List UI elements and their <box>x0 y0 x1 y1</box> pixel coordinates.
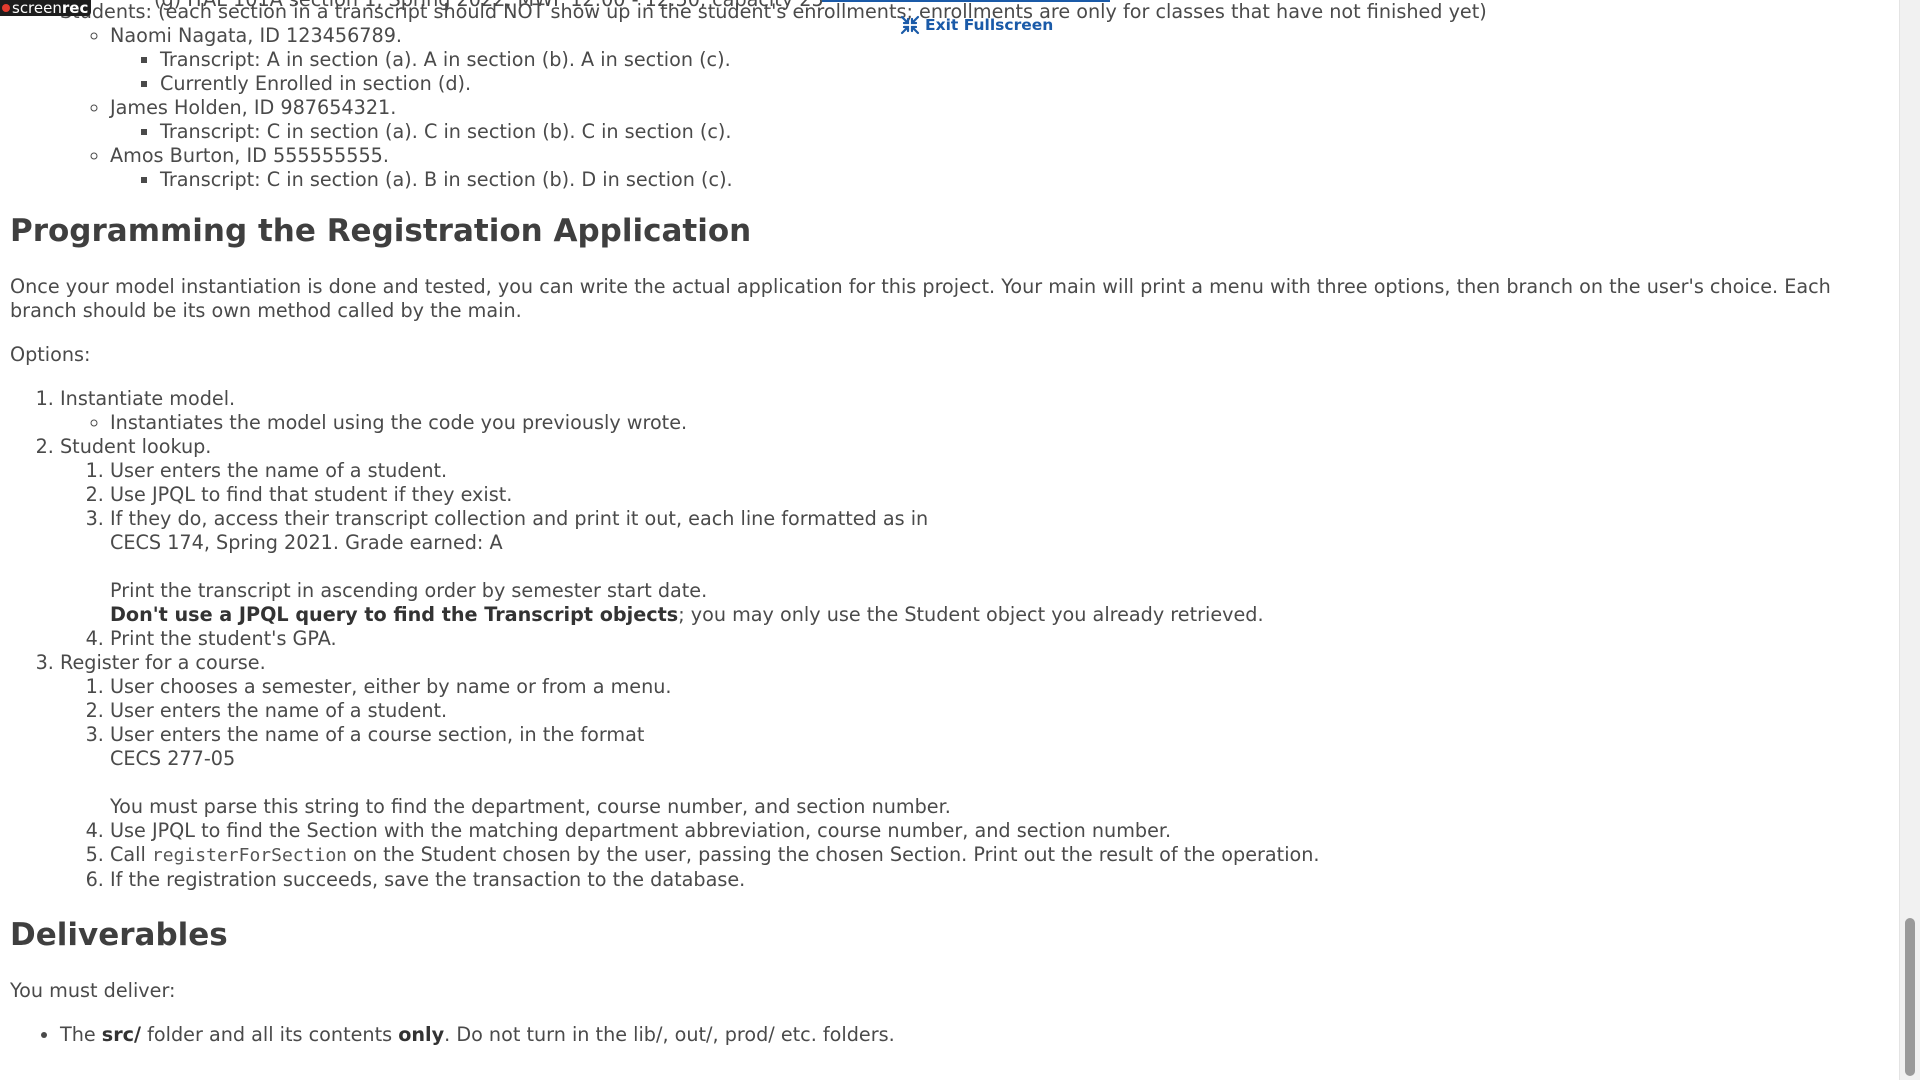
option-step: Use JPQL to find the Section with the ma… <box>110 819 1890 843</box>
option-step: User enters the name of a student. <box>110 699 1890 723</box>
step-text: You must parse this string to find the d… <box>110 795 951 818</box>
text: The <box>60 1023 102 1046</box>
top-rule <box>822 0 1110 2</box>
option-step: User chooses a semester, either by name … <box>110 675 1890 699</box>
student-name: Amos Burton, ID 555555555. <box>110 144 389 167</box>
step-text: on the Student chosen by the user, passi… <box>347 843 1320 866</box>
format-example: CECS 174, Spring 2021. Grade earned: A <box>110 531 503 554</box>
option-steps: User enters the name of a student. Use J… <box>60 459 1890 651</box>
vertical-scrollbar[interactable] <box>1899 0 1920 1080</box>
student-details: Transcript: C in section (a). C in secti… <box>110 120 1890 144</box>
bold-only: only <box>398 1023 445 1046</box>
screenrec-text-rec: rec <box>61 0 89 17</box>
options-list: Instantiate model. Instantiates the mode… <box>10 387 1890 892</box>
student-details: Transcript: C in section (a). B in secti… <box>110 168 1890 192</box>
student-detail: Transcript: C in section (a). B in secti… <box>160 168 1890 192</box>
options-label: Options: <box>10 343 91 366</box>
exit-fullscreen-label: Exit Fullscreen <box>925 16 1054 34</box>
bold-src-folder: src/ <box>101 1023 142 1046</box>
text: folder and all its contents <box>141 1023 399 1046</box>
step-text: User enters the name of a course section… <box>110 723 645 746</box>
exit-fullscreen-button[interactable]: Exit Fullscreen <box>900 14 1053 36</box>
option-step: If the registration succeeds, save the t… <box>110 868 1890 892</box>
student-entry: James Holden, ID 987654321. Transcript: … <box>110 96 1890 144</box>
record-dot-icon <box>2 4 10 12</box>
student-entries: Naomi Nagata, ID 123456789. Transcript: … <box>60 24 1890 192</box>
option-step: Use JPQL to find that student if they ex… <box>110 483 1890 507</box>
step-text: If they do, access their transcript coll… <box>110 507 929 530</box>
scrollbar-thumb[interactable] <box>1905 918 1915 1076</box>
cut-off-section-line: (g) ITAL 101A section 1, Spring 2022, MW… <box>154 0 824 12</box>
option-step: User enters the name of a student. <box>110 459 1890 483</box>
student-name: James Holden, ID 987654321. <box>110 96 397 119</box>
student-detail: Transcript: A in section (a). A in secti… <box>160 48 1890 72</box>
step-note-rest: ; you may only use the Student object yo… <box>678 603 1264 626</box>
option-item: Instantiate model. Instantiates the mode… <box>60 387 1890 435</box>
option-title: Student lookup. <box>60 435 212 458</box>
format-example: CECS 277-05 <box>110 747 236 770</box>
section-heading-programming: Programming the Registration Application <box>10 213 752 249</box>
student-details: Transcript: A in section (a). A in secti… <box>110 48 1890 96</box>
option-sublist: Instantiates the model using the code yo… <box>60 411 1890 435</box>
option-step: Print the student's GPA. <box>110 627 1890 651</box>
section-heading-deliverables: Deliverables <box>10 917 228 953</box>
option-item: Register for a course. User chooses a se… <box>60 651 1890 892</box>
document-content: (g) ITAL 101A section 1, Spring 2022, MW… <box>10 0 1890 1047</box>
code-method-name: registerForSection <box>151 845 347 866</box>
option-subitem: Instantiates the model using the code yo… <box>110 411 1890 435</box>
option-title: Register for a course. <box>60 651 266 674</box>
option-item: Student lookup. User enters the name of … <box>60 435 1890 651</box>
bold-warning: Don't use a JPQL query to find the Trans… <box>110 603 679 626</box>
step-text: Print the transcript in ascending order … <box>110 579 708 602</box>
step-note: Don't use a JPQL query to find the Trans… <box>110 603 1890 627</box>
screenrec-badge: screen rec <box>0 0 92 17</box>
student-name: Naomi Nagata, ID 123456789. <box>110 24 403 47</box>
option-step: User enters the name of a course section… <box>110 723 1890 819</box>
exit-fullscreen-icon <box>900 15 920 35</box>
option-step: Call registerForSection on the Student c… <box>110 843 1890 868</box>
deliverables-list: The src/ folder and all its contents onl… <box>10 1023 1890 1047</box>
student-entry: Amos Burton, ID 555555555. Transcript: C… <box>110 144 1890 192</box>
screenrec-text-screen: screen <box>12 0 62 17</box>
deliverable-item: The src/ folder and all its contents onl… <box>60 1023 1890 1047</box>
deliverables-intro: You must deliver: <box>10 979 176 1002</box>
option-steps: User chooses a semester, either by name … <box>60 675 1890 892</box>
programming-intro: Once your model instantiation is done an… <box>10 275 1831 322</box>
student-detail: Transcript: C in section (a). C in secti… <box>160 120 1890 144</box>
student-detail: Currently Enrolled in section (d). <box>160 72 1890 96</box>
text: . Do not turn in the lib/, out/, prod/ e… <box>444 1023 895 1046</box>
option-title: Instantiate model. <box>60 387 236 410</box>
step-text: Call <box>110 843 152 866</box>
option-step: If they do, access their transcript coll… <box>110 507 1890 627</box>
